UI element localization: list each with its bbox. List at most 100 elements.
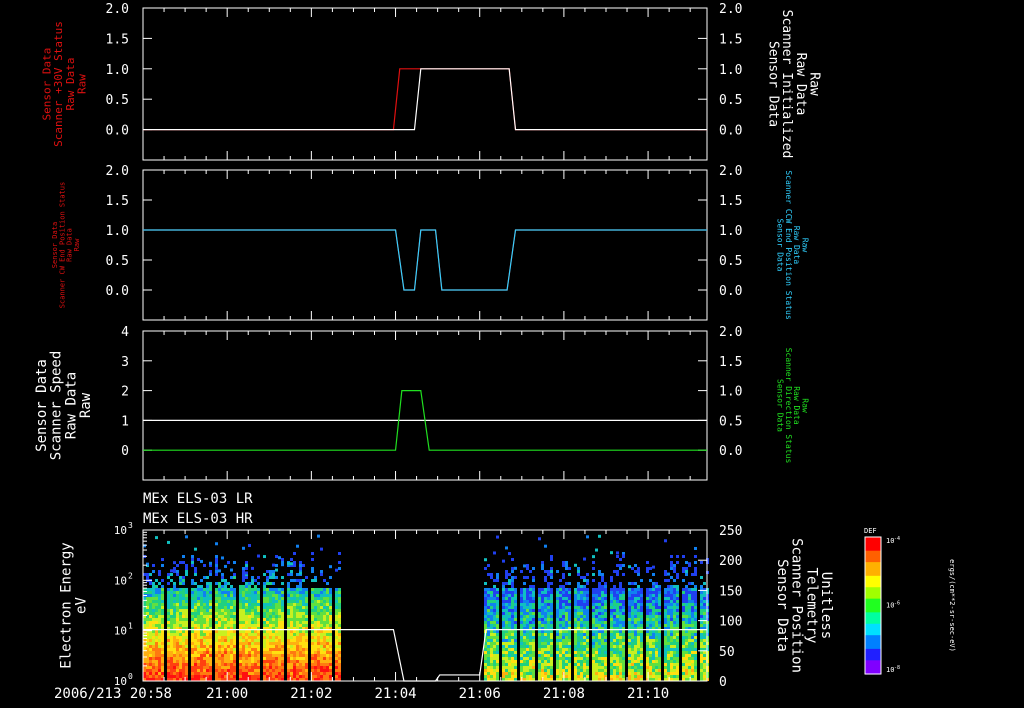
spectrogram-cell bbox=[604, 636, 607, 639]
spectrogram-cell bbox=[514, 654, 517, 657]
spectrogram-cell bbox=[655, 663, 658, 666]
spectrogram-cell bbox=[311, 645, 314, 648]
spectrogram-cell bbox=[673, 615, 676, 618]
spectrogram-cell bbox=[182, 657, 185, 660]
spectrogram-cell bbox=[544, 624, 547, 627]
spectrogram-cell bbox=[484, 606, 487, 609]
spectrogram-cell bbox=[176, 675, 179, 678]
spectrogram-cell bbox=[215, 630, 218, 633]
spectrogram-cell bbox=[511, 663, 514, 666]
spectrogram-cell bbox=[565, 561, 568, 564]
spectrogram-cell bbox=[335, 666, 338, 669]
spectrogram-cell bbox=[227, 615, 230, 618]
spectrogram-cell bbox=[146, 618, 149, 621]
spectrogram-cell bbox=[200, 675, 203, 678]
spectrogram-cell bbox=[275, 630, 278, 633]
spectrogram-cell bbox=[170, 630, 173, 633]
spectrogram-cell bbox=[646, 636, 649, 639]
spectrogram-cell bbox=[592, 615, 595, 618]
spectrogram-cell bbox=[302, 624, 305, 627]
spectrogram-cell bbox=[209, 651, 212, 654]
spectrogram-cell bbox=[610, 609, 613, 612]
spectrogram-cell bbox=[170, 603, 173, 606]
spectrogram-cell bbox=[655, 600, 658, 603]
spectrogram-cell bbox=[526, 606, 529, 609]
spectrogram-cell bbox=[290, 618, 293, 621]
spectrogram-cell bbox=[487, 642, 490, 645]
spectrogram-cell bbox=[490, 597, 493, 600]
spectrogram-cell bbox=[544, 651, 547, 654]
spectrogram-cell bbox=[586, 654, 589, 657]
spectrogram-cell bbox=[176, 660, 179, 663]
spectrogram-cell bbox=[634, 663, 637, 666]
spectrogram-cell bbox=[547, 645, 550, 648]
spectrogram-cell bbox=[670, 666, 673, 669]
spectrogram-cell bbox=[622, 672, 625, 675]
spectrogram-cell bbox=[598, 570, 601, 573]
spectrogram-cell bbox=[254, 666, 257, 669]
spectrogram-cell bbox=[520, 654, 523, 657]
spectrogram-cell bbox=[293, 648, 296, 651]
spectrogram-cell bbox=[233, 561, 236, 564]
spectrogram-cell bbox=[233, 621, 236, 624]
spectrogram-cell bbox=[251, 660, 254, 663]
spectrogram-cell bbox=[670, 597, 673, 600]
spectrogram-cell bbox=[556, 594, 559, 597]
spectrogram-cell bbox=[167, 639, 170, 642]
spectrogram-cell bbox=[323, 612, 326, 615]
spectrogram-cell bbox=[314, 645, 317, 648]
spectrogram-cell bbox=[502, 669, 505, 672]
spectrogram-cell bbox=[586, 648, 589, 651]
spectrogram-cell bbox=[215, 591, 218, 594]
spectrogram-cell bbox=[694, 642, 697, 645]
spectrogram-cell bbox=[631, 657, 634, 660]
spectrogram-cell bbox=[574, 639, 577, 642]
spectrogram-cell bbox=[559, 591, 562, 594]
spectrogram-cell bbox=[254, 594, 257, 597]
spectrogram-cell bbox=[580, 609, 583, 612]
spectrogram-cell bbox=[296, 612, 299, 615]
spectrogram-cell bbox=[646, 648, 649, 651]
spectrogram-cell bbox=[185, 624, 188, 627]
spectrogram-cell bbox=[667, 648, 670, 651]
spectrogram-cell bbox=[287, 672, 290, 675]
spectrogram-cell bbox=[646, 567, 649, 570]
spectrogram-cell bbox=[628, 630, 631, 633]
spectrogram-cell bbox=[574, 669, 577, 672]
spectrogram-cell bbox=[155, 633, 158, 636]
spectrogram-cell bbox=[281, 603, 284, 606]
spectrogram-cell bbox=[649, 594, 652, 597]
y-tick-label-left: 0.0 bbox=[106, 284, 129, 299]
spectrogram-cell bbox=[682, 648, 685, 651]
spectrogram-cell bbox=[155, 642, 158, 645]
spectrogram-cell bbox=[158, 660, 161, 663]
spectrogram-cell bbox=[544, 544, 547, 548]
spectrogram-cell bbox=[323, 666, 326, 669]
spectrogram-cell bbox=[170, 594, 173, 597]
spectrogram-cell bbox=[586, 660, 589, 663]
spectrogram-cell bbox=[170, 669, 173, 672]
spectrogram-cell bbox=[173, 624, 176, 627]
spectrogram-cell bbox=[586, 657, 589, 660]
spectrogram-cell bbox=[619, 585, 622, 588]
spectrogram-cell bbox=[565, 609, 568, 612]
spectrogram-cell bbox=[263, 612, 266, 615]
spectrogram-cell bbox=[502, 588, 505, 591]
spectrogram-cell bbox=[580, 624, 583, 627]
spectrogram-cell bbox=[667, 621, 670, 624]
spectrogram-cell bbox=[616, 573, 619, 576]
spectrogram-cell bbox=[676, 660, 679, 663]
spectrogram-cell bbox=[185, 636, 188, 639]
spectrogram-cell bbox=[275, 618, 278, 621]
spectrogram-cell bbox=[514, 576, 517, 579]
spectrogram-cell bbox=[688, 624, 691, 627]
spectrogram-cell bbox=[622, 591, 625, 594]
spectrogram-cell bbox=[694, 585, 697, 588]
spectrogram-cell bbox=[326, 672, 329, 675]
spectrogram-cell bbox=[610, 654, 613, 657]
spectrogram-cell bbox=[514, 657, 517, 660]
spectrogram-cell bbox=[203, 675, 206, 678]
spectrogram-cell bbox=[254, 672, 257, 675]
spectrogram-cell bbox=[616, 597, 619, 600]
spectrogram-cell bbox=[577, 651, 580, 654]
